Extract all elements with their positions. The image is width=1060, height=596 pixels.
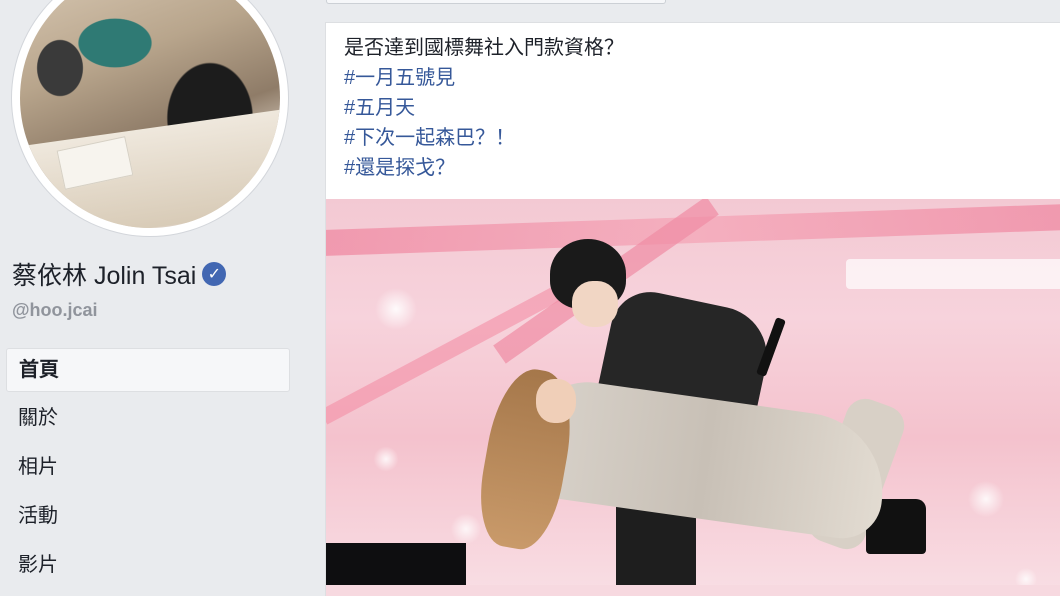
page-nav: 首頁 關於 相片 活動 影片: [6, 348, 290, 588]
stage-floor: [326, 585, 1060, 596]
top-toolbar-edge: [324, 0, 1060, 8]
stage-light-band: [846, 259, 1060, 289]
verified-badge-icon: ✓: [202, 262, 227, 286]
profile-picture[interactable]: [20, 0, 280, 228]
page: 蔡依林 Jolin Tsai ✓ @hoo.jcai 首頁 關於 相片 活動 影…: [0, 0, 1060, 596]
post-caption: 是否達到國標舞社入門款資格？: [344, 37, 624, 59]
left-column: 蔡依林 Jolin Tsai ✓ @hoo.jcai 首頁 關於 相片 活動 影…: [0, 0, 306, 596]
page-title[interactable]: 蔡依林 Jolin Tsai ✓: [12, 256, 302, 292]
avatar-desk: [20, 109, 280, 228]
profile-picture-frame[interactable]: [12, 0, 288, 236]
post-card: 是否達到國標舞社入門款資格？ #一月五號見 #五月天 #下次一起森巴？！ #還是…: [325, 22, 1060, 596]
toolbar-button-edge[interactable]: [326, 0, 666, 4]
nav-item-videos[interactable]: 影片: [6, 543, 290, 588]
post-text: 是否達到國標舞社入門款資格？ #一月五號見 #五月天 #下次一起森巴？！ #還是…: [326, 23, 1060, 183]
nav-item-about[interactable]: 關於: [6, 396, 290, 441]
post-photo[interactable]: [326, 199, 1060, 596]
nav-item-photos[interactable]: 相片: [6, 445, 290, 490]
profile-handle: @hoo.jcai: [12, 300, 98, 320]
profile-name-text[interactable]: 蔡依林 Jolin Tsai: [12, 256, 196, 292]
hashtag-link[interactable]: #還是探戈？: [344, 153, 1042, 183]
hashtag-link[interactable]: #一月五號見: [344, 63, 1042, 93]
hashtag-link[interactable]: #下次一起森巴？！: [344, 123, 1042, 153]
hashtag-link[interactable]: #五月天: [344, 93, 1042, 123]
dancer-male-face: [572, 281, 618, 327]
nav-item-home[interactable]: 首頁: [6, 348, 290, 392]
dancer-female-face: [536, 379, 576, 423]
nav-item-events[interactable]: 活動: [6, 494, 290, 539]
